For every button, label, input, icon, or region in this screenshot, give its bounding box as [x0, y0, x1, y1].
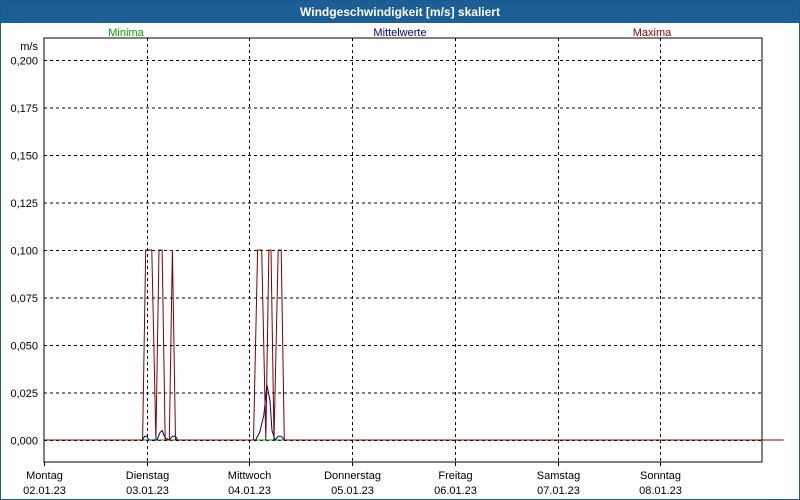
y-tick-label: 0,200 [10, 56, 38, 68]
x-tick-date: 08.01.23 [639, 485, 682, 497]
y-tick-label: 0,125 [10, 198, 38, 210]
y-tick-label: 0,150 [10, 151, 38, 163]
y-tick-label: 0,025 [10, 388, 38, 400]
legend-entry-minima: Minima [108, 27, 144, 39]
x-tick-day: Samstag [537, 470, 580, 482]
x-tick-day: Freitag [438, 470, 472, 482]
x-tick-day: Donnerstag [324, 470, 381, 482]
legend-entry-maxima: Maxima [633, 27, 672, 39]
legend-entry-mittelwerte: Mittelwerte [373, 27, 426, 39]
x-tick-day: Mittwoch [228, 470, 271, 482]
y-tick-label: 0,100 [10, 246, 38, 258]
x-tick-day: Dienstag [126, 470, 169, 482]
y-tick-label: 0,000 [10, 436, 38, 448]
window-title: Windgeschwindigkeit [m/s] skaliert [1, 1, 799, 23]
y-tick-label: 0,175 [10, 103, 38, 115]
line-chart: 0,200 0,175 0,150 0,125 0,100 0,075 0,050 0,025… [10, 27, 784, 497]
x-tick-day: Sonntag [640, 470, 681, 482]
x-tick-date: 02.01.23 [23, 485, 66, 497]
x-tick-date: 03.01.23 [126, 485, 169, 497]
y-tick-label: 0,050 [10, 341, 38, 353]
y-axis-label: m/s [20, 41, 38, 53]
x-tick-date: 07.01.23 [537, 485, 580, 497]
x-tick-date: 04.01.23 [228, 485, 271, 497]
x-tick-date: 05.01.23 [331, 485, 374, 497]
x-tick-date: 06.01.23 [434, 485, 477, 497]
y-tick-label: 0,075 [10, 293, 38, 305]
x-tick-day: Montag [26, 470, 63, 482]
